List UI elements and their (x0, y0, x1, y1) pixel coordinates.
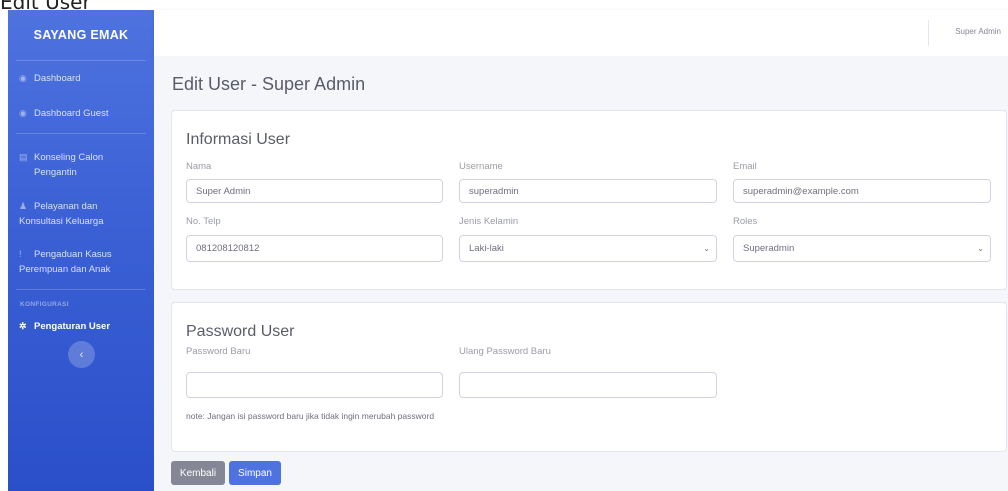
sidebar-item-label: Pengaturan User (34, 321, 111, 332)
chevron-down-icon: ⌄ (703, 244, 710, 253)
chevron-left-icon: ‹ (79, 348, 84, 361)
sidebar-toggle-button[interactable]: ‹ (68, 341, 95, 368)
brand-logo-text[interactable]: SAYANG EMAK (8, 10, 154, 60)
password-baru-input[interactable] (186, 372, 443, 398)
card-title: Informasi User (186, 131, 291, 148)
sidebar-item-label: Pengaduan Kasus Perempuan dan Anak (19, 249, 112, 275)
kembali-button[interactable]: Kembali (171, 461, 225, 485)
ulang-password-label: Ulang Password Baru (459, 346, 551, 357)
telp-label: No. Telp (186, 216, 221, 227)
sidebar-item-label-wrap: ! Pengaduan Kasus Perempuan dan Anak (19, 247, 143, 277)
sidebar-item-konseling[interactable]: ▤ Konseling Calon Pengantin (8, 150, 154, 180)
sidebar-item-dashboard-guest[interactable]: ◉ Dashboard Guest (8, 106, 154, 121)
password-user-card: Password User Password Baru Ulang Passwo… (171, 302, 1007, 452)
alert-icon: ! (19, 249, 22, 259)
nama-label: Nama (186, 161, 212, 172)
sidebar-item-label: Dashboard Guest (34, 108, 109, 119)
sidebar-item-label: Konseling Calon Pengantin (34, 152, 104, 178)
topbar: Super Admin (154, 10, 1008, 56)
username-value: superadmin (469, 185, 519, 197)
ulang-password-input[interactable] (459, 372, 717, 398)
sidebar-item-pengaduan[interactable]: ! Pengaduan Kasus Perempuan dan Anak (8, 247, 154, 277)
telp-field[interactable]: 081208120812 (186, 235, 443, 262)
username-field[interactable]: superadmin (459, 179, 717, 203)
cogs-icon: ✲ (19, 321, 27, 331)
sidebar-divider (16, 60, 146, 61)
sidebar-item-dashboard[interactable]: ◉ Dashboard (8, 71, 154, 86)
roles-value: Superadmin (743, 243, 795, 254)
sidebar-heading-konfigurasi: KONFIGURASI (20, 301, 69, 308)
page-title: Edit User - Super Admin (172, 74, 366, 94)
sidebar-item-label: Dashboard (34, 73, 81, 84)
user-menu[interactable]: Super Admin (955, 27, 1001, 36)
chevron-down-icon: ⌄ (977, 244, 984, 253)
email-label: Email (733, 161, 757, 172)
sidebar-item-label-wrap: ♟ Pelayanan dan Konsultasi Keluarga (19, 199, 143, 229)
sidebar-item-pengaturan-user[interactable]: ✲ Pengaturan User (8, 319, 154, 334)
sidebar-divider (16, 133, 146, 134)
password-baru-label: Password Baru (186, 346, 251, 357)
sidebar-item-pelayanan[interactable]: ♟ Pelayanan dan Konsultasi Keluarga (8, 199, 154, 229)
roles-select[interactable]: Superadmin ⌄ (733, 235, 991, 262)
email-value: superadmin@example.com (743, 185, 859, 197)
nama-value: Super Admin (196, 185, 251, 197)
info-user-card: Informasi User Nama Super Admin Username… (171, 110, 1007, 290)
topbar-divider (928, 20, 929, 46)
dashboard-icon: ◉ (19, 108, 27, 118)
telp-value: 081208120812 (196, 243, 260, 254)
users-icon: ♟ (19, 201, 28, 211)
gender-label: Jenis Kelamin (459, 216, 519, 227)
nama-field[interactable]: Super Admin (186, 179, 443, 203)
gender-select[interactable]: Laki-laki ⌄ (459, 235, 717, 262)
roles-label: Roles (733, 216, 758, 227)
book-icon: ▤ (19, 152, 28, 162)
simpan-button[interactable]: Simpan (229, 461, 281, 485)
card-title: Password User (186, 323, 295, 340)
sidebar: SAYANG EMAK ◉ Dashboard ◉ Dashboard Gues… (8, 10, 154, 491)
gender-value: Laki-laki (469, 243, 504, 254)
sidebar-item-label: Pelayanan dan Konsultasi Keluarga (19, 201, 104, 227)
password-note: note: Jangan isi password baru jika tida… (186, 411, 435, 421)
email-field[interactable]: superadmin@example.com (733, 179, 991, 203)
app-window: Edit User SAYANG EMAK ◉ Dashboard ◉ Dash… (0, 0, 1008, 491)
sidebar-divider (16, 289, 146, 290)
main-content: Edit User - Super Admin Informasi User N… (154, 56, 1008, 491)
username-label: Username (459, 161, 503, 172)
dashboard-icon: ◉ (19, 73, 27, 83)
